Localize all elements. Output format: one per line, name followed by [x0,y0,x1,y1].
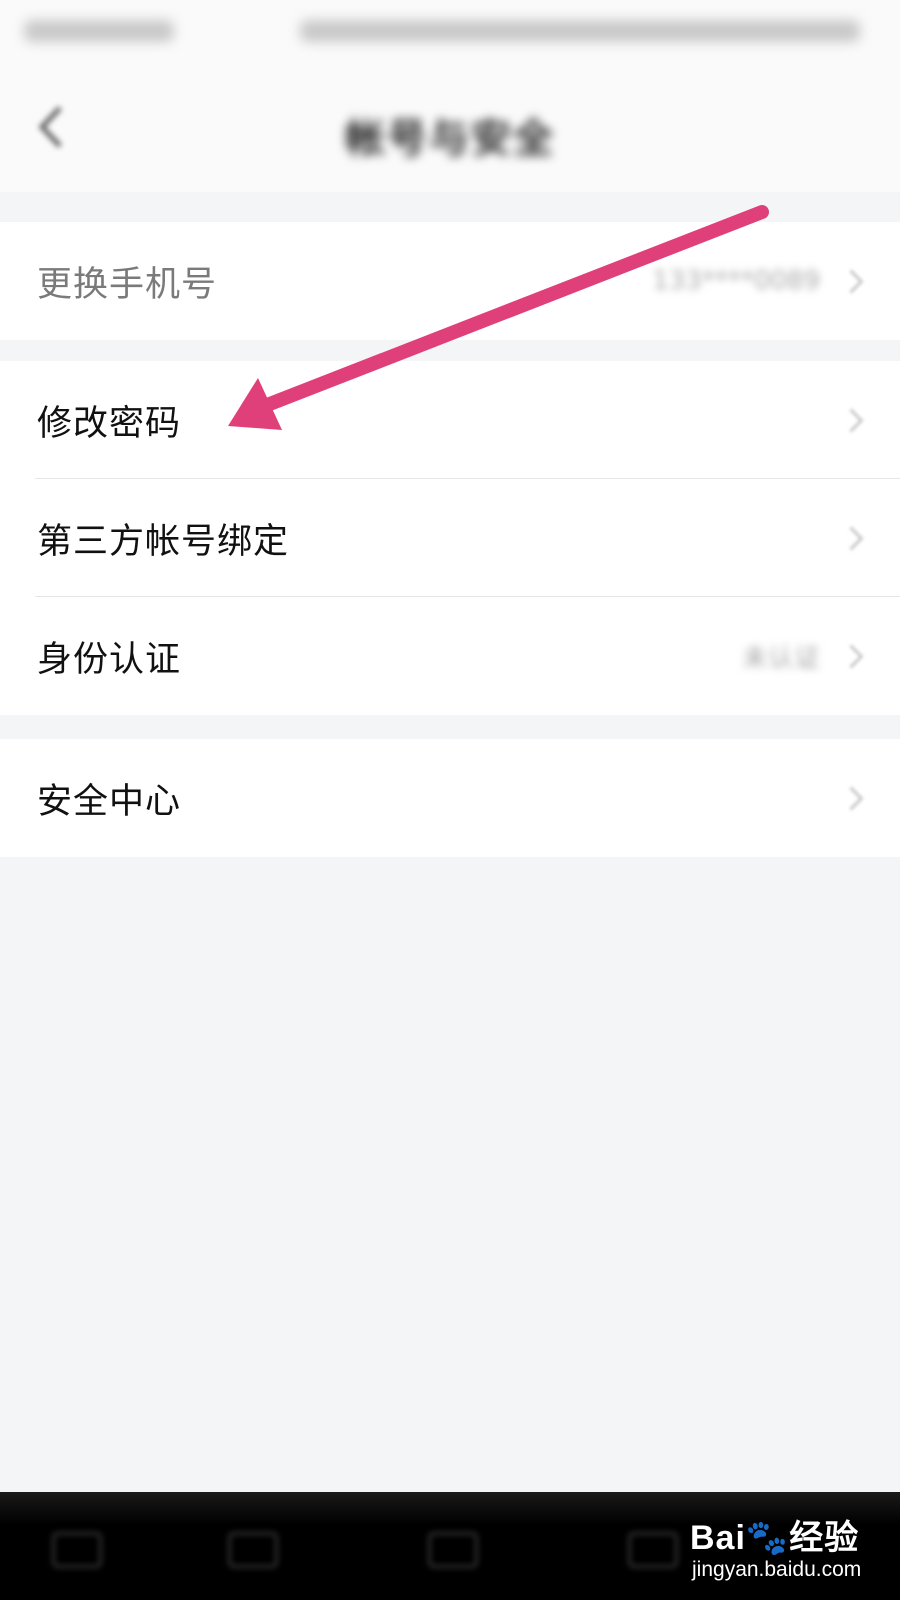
recents-icon[interactable] [628,1532,678,1568]
back-nav-icon[interactable] [228,1532,278,1568]
paw-icon: 🐾 [745,1519,790,1557]
watermark-logo: Bai🐾经验 [690,1510,859,1559]
menu-icon[interactable] [52,1532,102,1568]
watermark-brand-b: 经验 [789,1519,860,1557]
watermark-url: jingyan.baidu.com [692,1558,862,1581]
annotation-arrow [228,205,769,430]
home-icon[interactable] [428,1532,478,1568]
watermark-brand-a: Bai [690,1519,746,1557]
arrow-shaft [255,205,769,414]
